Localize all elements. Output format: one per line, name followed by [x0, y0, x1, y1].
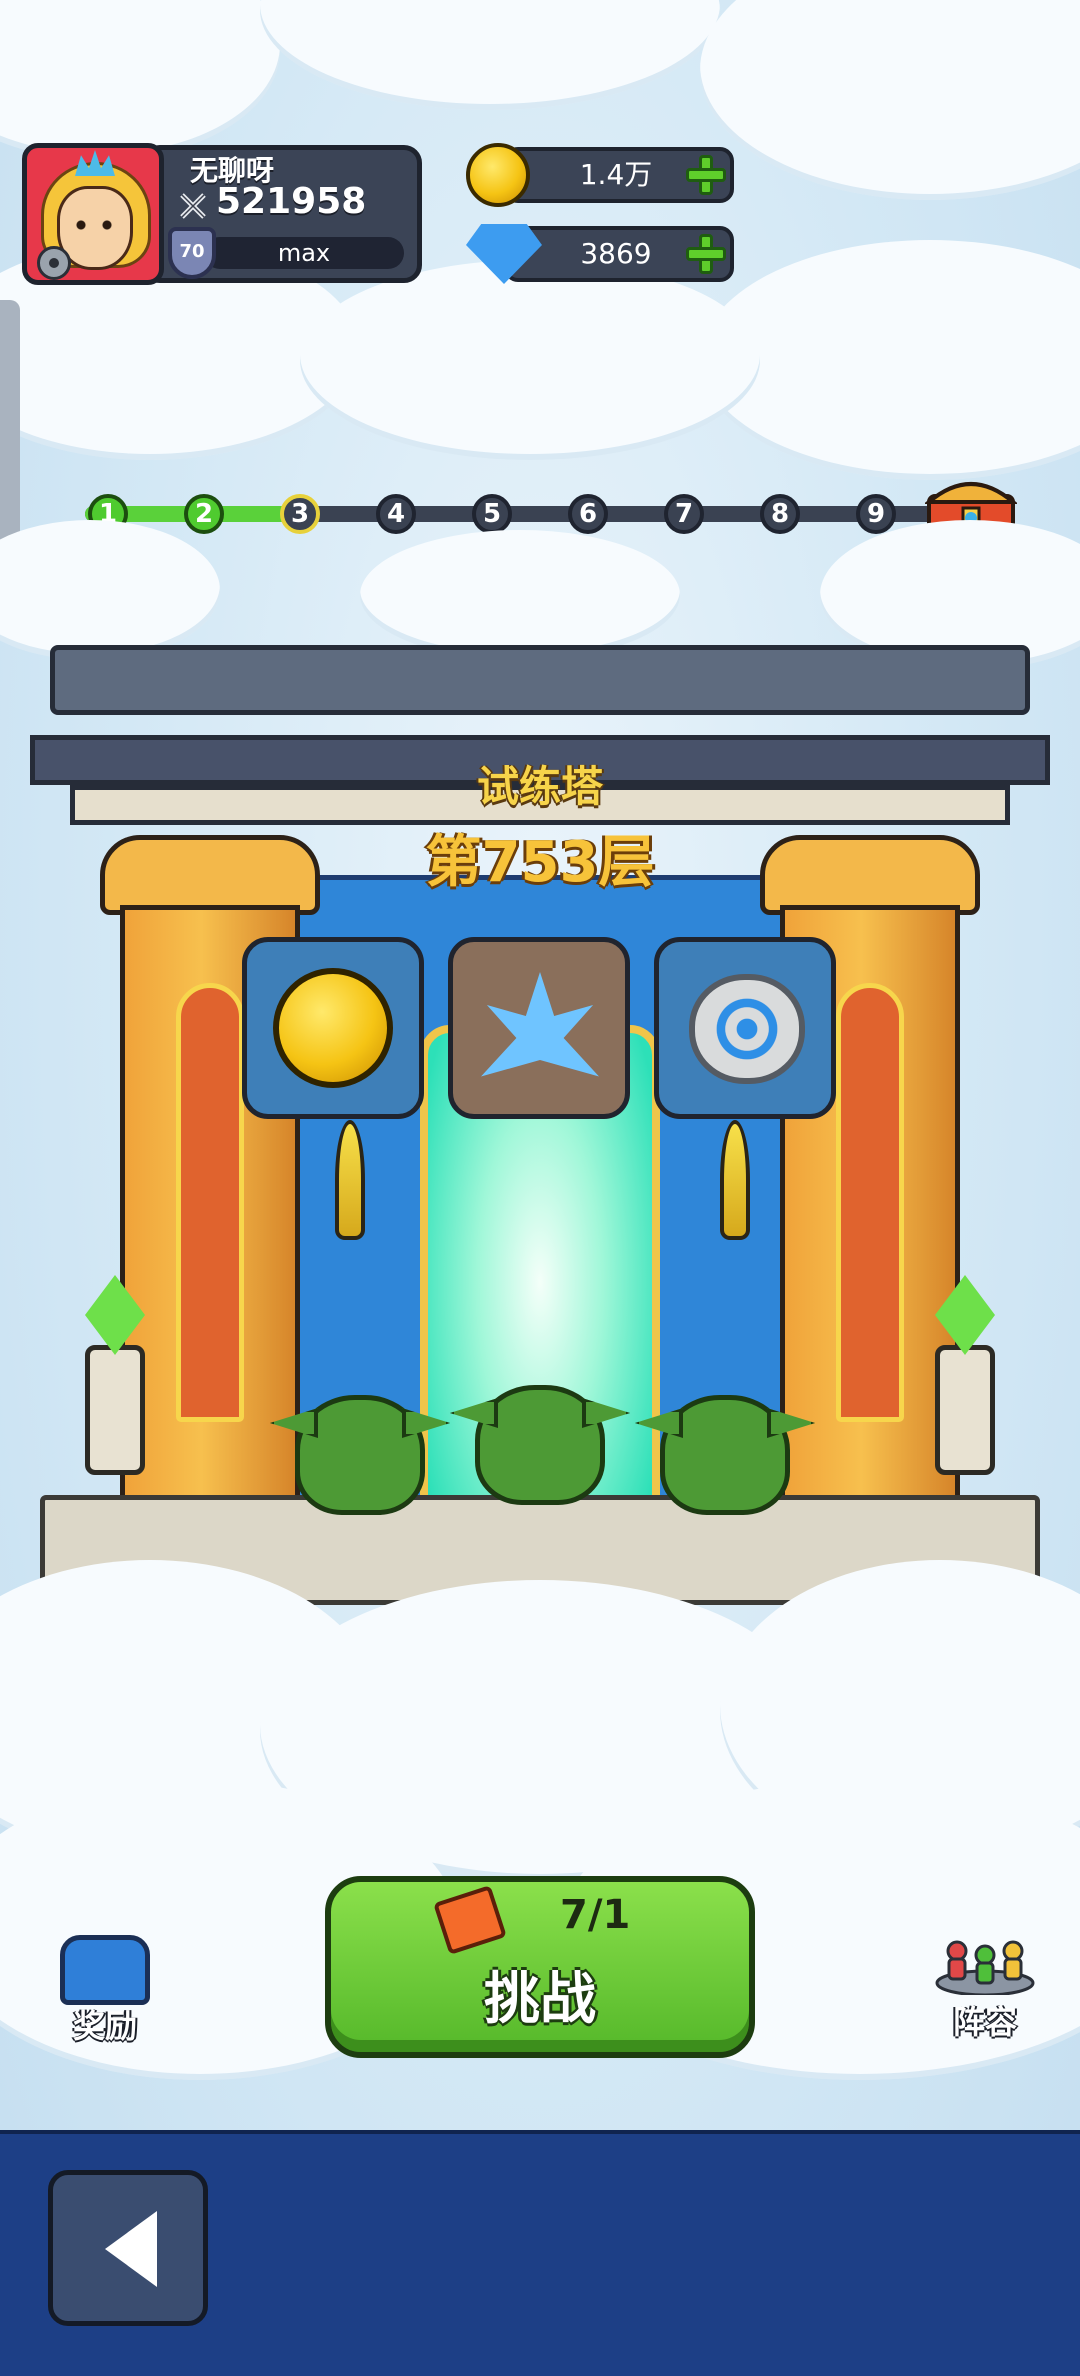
- tower-title: 试练塔: [476, 762, 603, 811]
- game-scene: 无聊呀 521958 max 70 1.4万 3869 1 2 3 4 5 6 …: [0, 0, 1080, 2376]
- column-inlay: [176, 983, 244, 1423]
- column-inlay: [836, 983, 904, 1423]
- avatar-eyes: [75, 220, 113, 230]
- goblin-enemy-icon: [660, 1395, 790, 1515]
- add-gold-plus-icon[interactable]: [686, 155, 726, 195]
- tower-floor-number: 第753层: [425, 830, 655, 895]
- ticket-count: 7/1: [560, 1892, 631, 1938]
- add-diamond-plus-icon[interactable]: [686, 234, 726, 274]
- wall-lamp-icon: [720, 1120, 750, 1240]
- stage-node-6: 6: [568, 494, 608, 534]
- back-arrow-icon: [105, 2211, 157, 2287]
- cloud: [300, 260, 760, 460]
- blue-crystal-icon: [481, 972, 599, 1077]
- cloud: [700, 0, 1080, 200]
- spiral-stone-icon: [689, 974, 805, 1084]
- stage-node-4: 4: [376, 494, 416, 534]
- treasure-chest-icon: [60, 1935, 150, 2005]
- rewards-button[interactable]: 奖励: [50, 1935, 160, 2055]
- stage-node-3: 3: [280, 494, 320, 534]
- gold-coin-icon: [466, 143, 530, 207]
- level-shield-badge: 70: [168, 227, 216, 279]
- crossed-swords-icon: [180, 193, 206, 219]
- goblin-enemy-icon: [295, 1395, 425, 1515]
- reward-slot-stone[interactable]: [654, 937, 836, 1119]
- back-button[interactable]: [48, 2170, 208, 2326]
- temple-roof: [50, 645, 1030, 715]
- gold-currency: 1.4万: [466, 143, 736, 207]
- lineup-button[interactable]: 阵容: [920, 1925, 1050, 2045]
- avatar[interactable]: [22, 143, 164, 285]
- team-pawns-icon: [935, 1940, 1035, 1995]
- stage-node-5: 5: [472, 494, 512, 534]
- wall-lamp-icon: [335, 1120, 365, 1240]
- gold-amount: 1.4万: [579, 158, 653, 191]
- left-pedestal: [85, 1345, 145, 1475]
- lineup-label: 阵容: [952, 2003, 1017, 2041]
- stage-node-8: 8: [760, 494, 800, 534]
- stage-node-9: 9: [856, 494, 896, 534]
- cloud: [260, 0, 720, 110]
- diamond-amount: 3869: [580, 237, 652, 270]
- crown-icon: [75, 150, 115, 176]
- goblin-enemy-icon: [475, 1385, 605, 1505]
- stage-node-7: 7: [664, 494, 704, 534]
- reward-slot-crystal[interactable]: [448, 937, 630, 1119]
- reward-slot-coin[interactable]: [242, 937, 424, 1119]
- gold-coin-icon: [273, 968, 393, 1088]
- stage-node-2: 2: [184, 494, 224, 534]
- exp-label: max: [277, 239, 331, 267]
- combat-power-value: 521958: [216, 181, 367, 222]
- right-pedestal: [935, 1345, 995, 1475]
- cloud: [0, 0, 280, 160]
- rewards-label: 奖励: [72, 2007, 137, 2045]
- settings-gear-icon[interactable]: [37, 246, 71, 280]
- challenge-label: 挑战: [484, 1967, 596, 2032]
- trial-tower-temple: 试练塔 第753层: [30, 575, 1050, 1655]
- player-profile[interactable]: 无聊呀 521958 max 70: [22, 143, 422, 285]
- diamond-currency: 3869: [466, 222, 736, 284]
- side-drawer-tab[interactable]: [0, 300, 20, 540]
